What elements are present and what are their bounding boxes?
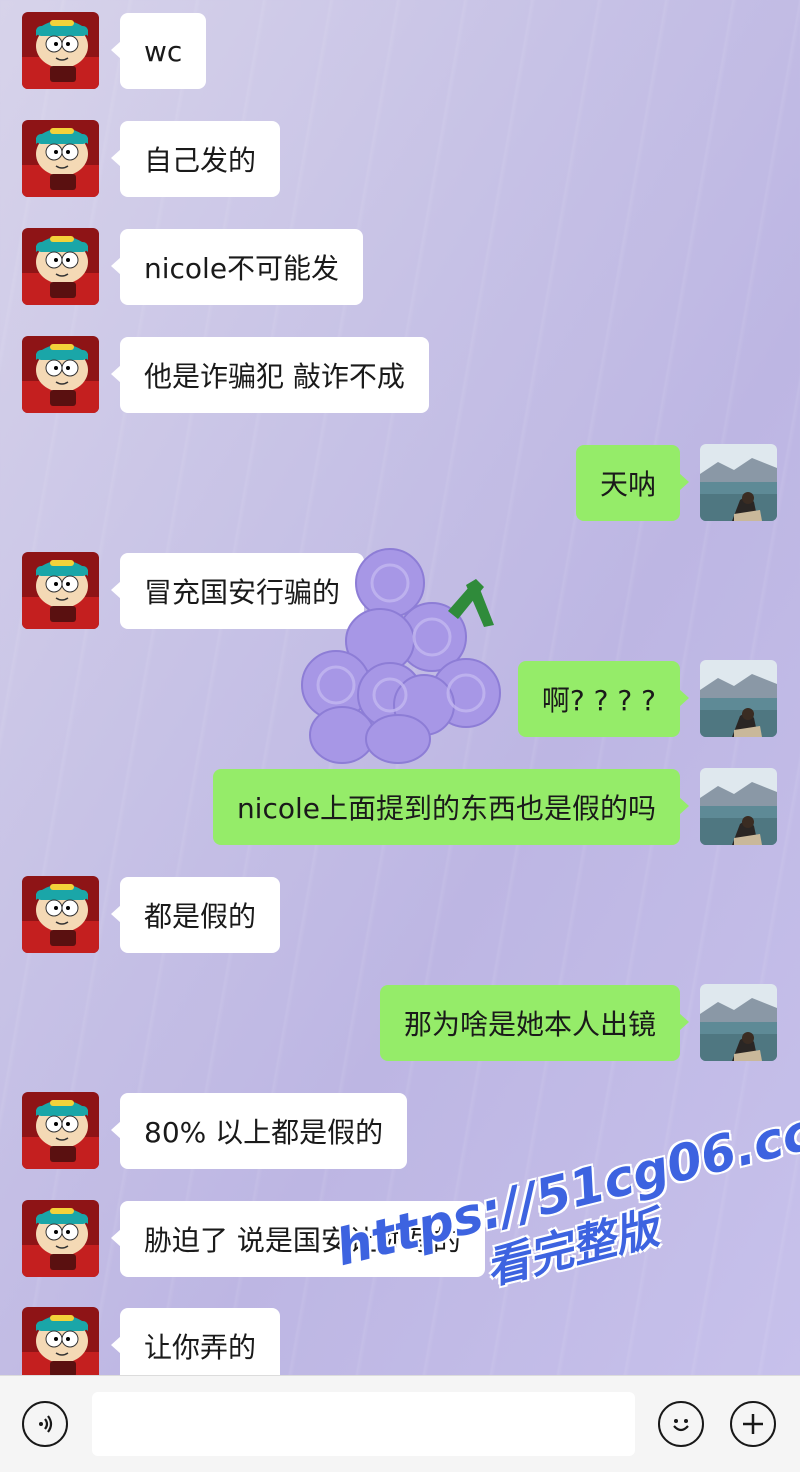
- incoming-message-bubble[interactable]: 让你弄的: [110, 1308, 281, 1384]
- plus-icon[interactable]: [730, 1401, 776, 1447]
- outgoing-message-bubble[interactable]: nicole上面提到的东西也是假的吗: [212, 769, 690, 845]
- contact-avatar[interactable]: [22, 1307, 99, 1384]
- message-text: 啊? ? ? ?: [541, 684, 656, 717]
- my-avatar[interactable]: [700, 444, 777, 521]
- emoji-icon[interactable]: [658, 1401, 704, 1447]
- incoming-message-bubble[interactable]: 都是假的: [110, 877, 281, 953]
- message-text: wc: [144, 34, 183, 68]
- contact-avatar[interactable]: [22, 12, 99, 89]
- contact-avatar[interactable]: [22, 1200, 99, 1277]
- incoming-message-bubble[interactable]: 他是诈骗犯 敲诈不成: [111, 337, 429, 413]
- incoming-message-bubble[interactable]: wc: [110, 13, 207, 89]
- incoming-message-bubble[interactable]: nicole不可能发: [110, 229, 364, 305]
- contact-avatar[interactable]: [22, 120, 99, 197]
- contact-avatar[interactable]: [22, 552, 99, 629]
- voice-icon[interactable]: [22, 1401, 68, 1447]
- my-avatar[interactable]: [700, 984, 777, 1061]
- message-text: 让你弄的: [144, 1331, 257, 1364]
- message-text: 自己发的: [144, 144, 257, 177]
- purple-grapes-sticker: [301, 548, 501, 764]
- message-text: 都是假的: [144, 900, 257, 933]
- incoming-message-bubble[interactable]: 80% 以上都是假的: [110, 1093, 408, 1169]
- message-input[interactable]: [92, 1392, 635, 1456]
- message-text: 天呐: [599, 468, 656, 501]
- my-avatar[interactable]: [700, 768, 777, 845]
- outgoing-message-bubble[interactable]: 天呐: [575, 445, 690, 521]
- message-text: 他是诈骗犯 敲诈不成: [144, 360, 405, 393]
- contact-avatar[interactable]: [22, 1092, 99, 1169]
- contact-avatar[interactable]: [22, 876, 99, 953]
- message-text: 那为啥是她本人出镜: [403, 1008, 656, 1041]
- outgoing-message-bubble[interactable]: 那为啥是她本人出镜: [379, 985, 690, 1061]
- message-text: nicole不可能发: [144, 252, 340, 285]
- message-text: 80% 以上都是假的: [144, 1116, 384, 1149]
- contact-avatar[interactable]: [22, 228, 99, 305]
- my-avatar[interactable]: [700, 660, 777, 737]
- incoming-message-bubble[interactable]: 自己发的: [110, 121, 281, 197]
- outgoing-message-bubble[interactable]: 啊? ? ? ?: [517, 661, 690, 737]
- contact-avatar[interactable]: [22, 336, 99, 413]
- message-text: nicole上面提到的东西也是假的吗: [236, 792, 656, 825]
